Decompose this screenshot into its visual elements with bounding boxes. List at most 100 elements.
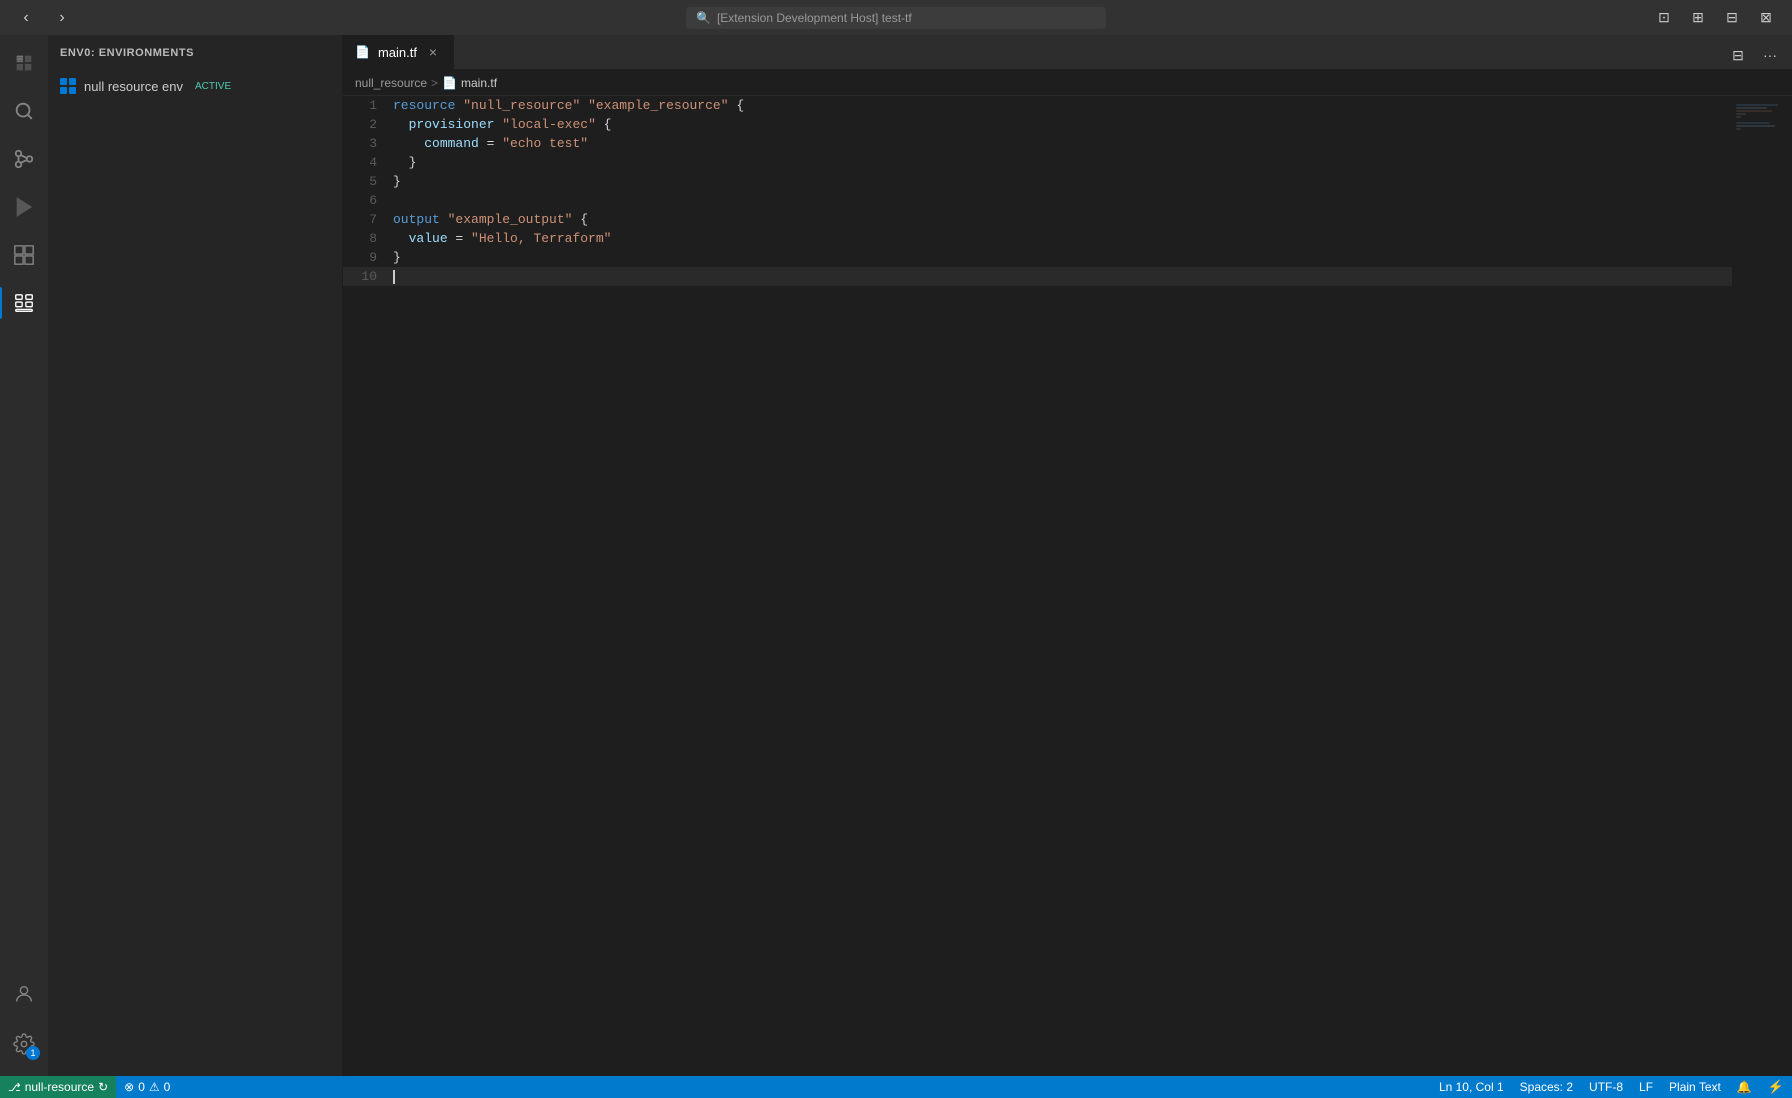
git-branch-icon: ⎇ [8, 1081, 21, 1094]
title-bar: ‹ › 🔍 [Extension Development Host] test-… [0, 0, 1792, 35]
breadcrumb-filename: main.tf [461, 76, 497, 90]
code-line-2: 2 provisioner "local-exec" { [343, 115, 1732, 134]
line-number-7: 7 [343, 210, 393, 229]
status-bar-left: ⎇ null-resource ↻ ⊗ 0 ⚠ 0 [0, 1076, 178, 1098]
line-number-10: 10 [343, 267, 393, 286]
activity-item-account[interactable] [0, 970, 48, 1018]
status-cursor-position[interactable]: Ln 10, Col 1 [1431, 1076, 1512, 1098]
minimap-line [1736, 122, 1770, 124]
minimap-line [1736, 110, 1772, 112]
breadcrumb-folder[interactable]: null_resource [355, 76, 427, 90]
split-editor-button[interactable]: ⊟ [1724, 41, 1752, 69]
env-name: null resource env [84, 79, 183, 94]
line-ending-text: LF [1639, 1080, 1653, 1094]
breadcrumb-file-icon: 📄 [442, 76, 457, 90]
line-content-9: } [393, 248, 1732, 267]
line-content-5: } [393, 172, 1732, 191]
minimap-lines [1732, 96, 1792, 139]
tab-main-tf[interactable]: 📄 main.tf × [343, 35, 454, 69]
nav-controls: ‹ › [12, 4, 76, 32]
line-content-4: } [393, 153, 1732, 172]
status-bar-right: Ln 10, Col 1 Spaces: 2 UTF-8 LF Plain Te… [1431, 1076, 1792, 1098]
breadcrumb-file[interactable]: 📄 main.tf [442, 76, 497, 90]
status-bar: ⎇ null-resource ↻ ⊗ 0 ⚠ 0 Ln 10, Col 1 S… [0, 1076, 1792, 1098]
git-branch-name: null-resource [25, 1080, 94, 1094]
status-git-branch[interactable]: ⎇ null-resource ↻ [0, 1076, 116, 1098]
breadcrumb-separator: > [431, 76, 438, 90]
line-content-1: resource "null_resource" "example_resour… [393, 96, 1732, 115]
minimap-line [1736, 116, 1741, 118]
activity-item-source-control[interactable] [0, 135, 48, 183]
layout-custom-btn[interactable]: ⊠ [1752, 4, 1780, 32]
code-line-6: 6 [343, 191, 1732, 210]
breadcrumb: null_resource > 📄 main.tf [343, 70, 1792, 96]
line-number-9: 9 [343, 248, 393, 267]
minimap-line [1736, 113, 1746, 115]
status-line-ending[interactable]: LF [1631, 1076, 1661, 1098]
line-content-7: output "example_output" { [393, 210, 1732, 229]
status-remote[interactable]: ⚡ [1760, 1076, 1792, 1098]
settings-badge: 1 [26, 1046, 40, 1060]
activity-item-run[interactable] [0, 183, 48, 231]
env-status-badge: ACTIVE [195, 81, 231, 92]
layout-panel-btn[interactable]: ⊡ [1650, 4, 1678, 32]
editor-area: 📄 main.tf × ⊟ ··· null_resource > 📄 main… [343, 35, 1792, 1076]
back-button[interactable]: ‹ [12, 4, 40, 32]
main-layout: 1 ENV0: ENVIRONMENTS null resource env A… [0, 35, 1792, 1076]
sidebar-title: ENV0: ENVIRONMENTS [48, 35, 342, 70]
forward-button[interactable]: › [48, 4, 76, 32]
status-encoding[interactable]: UTF-8 [1581, 1076, 1631, 1098]
line-number-4: 4 [343, 153, 393, 172]
remote-icon: ⚡ [1768, 1079, 1784, 1095]
error-count: 0 [138, 1080, 145, 1094]
minimap-line [1736, 104, 1778, 106]
sidebar-item-env[interactable]: null resource env ACTIVE [48, 70, 342, 102]
code-line-8: 8 value = "Hello, Terraform" [343, 229, 1732, 248]
activity-item-extensions[interactable] [0, 231, 48, 279]
minimap-line [1736, 125, 1775, 127]
line-number-8: 8 [343, 229, 393, 248]
line-number-2: 2 [343, 115, 393, 134]
spaces-text: Spaces: 2 [1520, 1080, 1573, 1094]
code-line-4: 4 } [343, 153, 1732, 172]
search-icon: 🔍 [696, 11, 711, 25]
status-notifications[interactable]: 🔔 [1729, 1076, 1760, 1098]
title-actions: ⊡ ⊞ ⊟ ⊠ [1650, 4, 1780, 32]
more-actions-button[interactable]: ··· [1756, 41, 1784, 69]
sidebar: ENV0: ENVIRONMENTS null resource env ACT… [48, 35, 343, 1076]
search-bar[interactable]: 🔍 [Extension Development Host] test-tf [686, 7, 1106, 29]
cursor-position-text: Ln 10, Col 1 [1439, 1080, 1504, 1094]
tab-close-button[interactable]: × [425, 44, 441, 60]
activity-bar-bottom: 1 [0, 970, 48, 1076]
activity-item-search[interactable] [0, 87, 48, 135]
status-spaces[interactable]: Spaces: 2 [1512, 1076, 1581, 1098]
notifications-icon: 🔔 [1737, 1080, 1752, 1094]
code-line-10: 10 [343, 267, 1732, 286]
warning-count: 0 [164, 1080, 171, 1094]
encoding-text: UTF-8 [1589, 1080, 1623, 1094]
minimap-line [1736, 128, 1741, 130]
language-text: Plain Text [1669, 1080, 1721, 1094]
code-editor[interactable]: 1 resource "null_resource" "example_reso… [343, 96, 1732, 1076]
activity-bar: 1 [0, 35, 48, 1076]
layout-editor-btn[interactable]: ⊟ [1718, 4, 1746, 32]
status-language[interactable]: Plain Text [1661, 1076, 1729, 1098]
line-number-6: 6 [343, 191, 393, 210]
tab-bar-actions: ⊟ ··· [1724, 41, 1792, 69]
tab-file-icon: 📄 [355, 45, 370, 59]
code-line-7: 7 output "example_output" { [343, 210, 1732, 229]
env-grid-icon [60, 78, 76, 94]
minimap [1732, 96, 1792, 1076]
code-line-3: 3 command = "echo test" [343, 134, 1732, 153]
layout-split-btn[interactable]: ⊞ [1684, 4, 1712, 32]
activity-item-explorer[interactable] [0, 39, 48, 87]
line-content-2: provisioner "local-exec" { [393, 115, 1732, 134]
activity-item-settings[interactable]: 1 [0, 1020, 48, 1068]
line-number-3: 3 [343, 134, 393, 153]
code-line-9: 9 } [343, 248, 1732, 267]
tab-bar: 📄 main.tf × ⊟ ··· [343, 35, 1792, 70]
activity-item-environments[interactable] [0, 279, 48, 327]
warning-icon: ⚠ [149, 1080, 160, 1094]
status-errors[interactable]: ⊗ 0 ⚠ 0 [116, 1076, 178, 1098]
line-number-1: 1 [343, 96, 393, 115]
